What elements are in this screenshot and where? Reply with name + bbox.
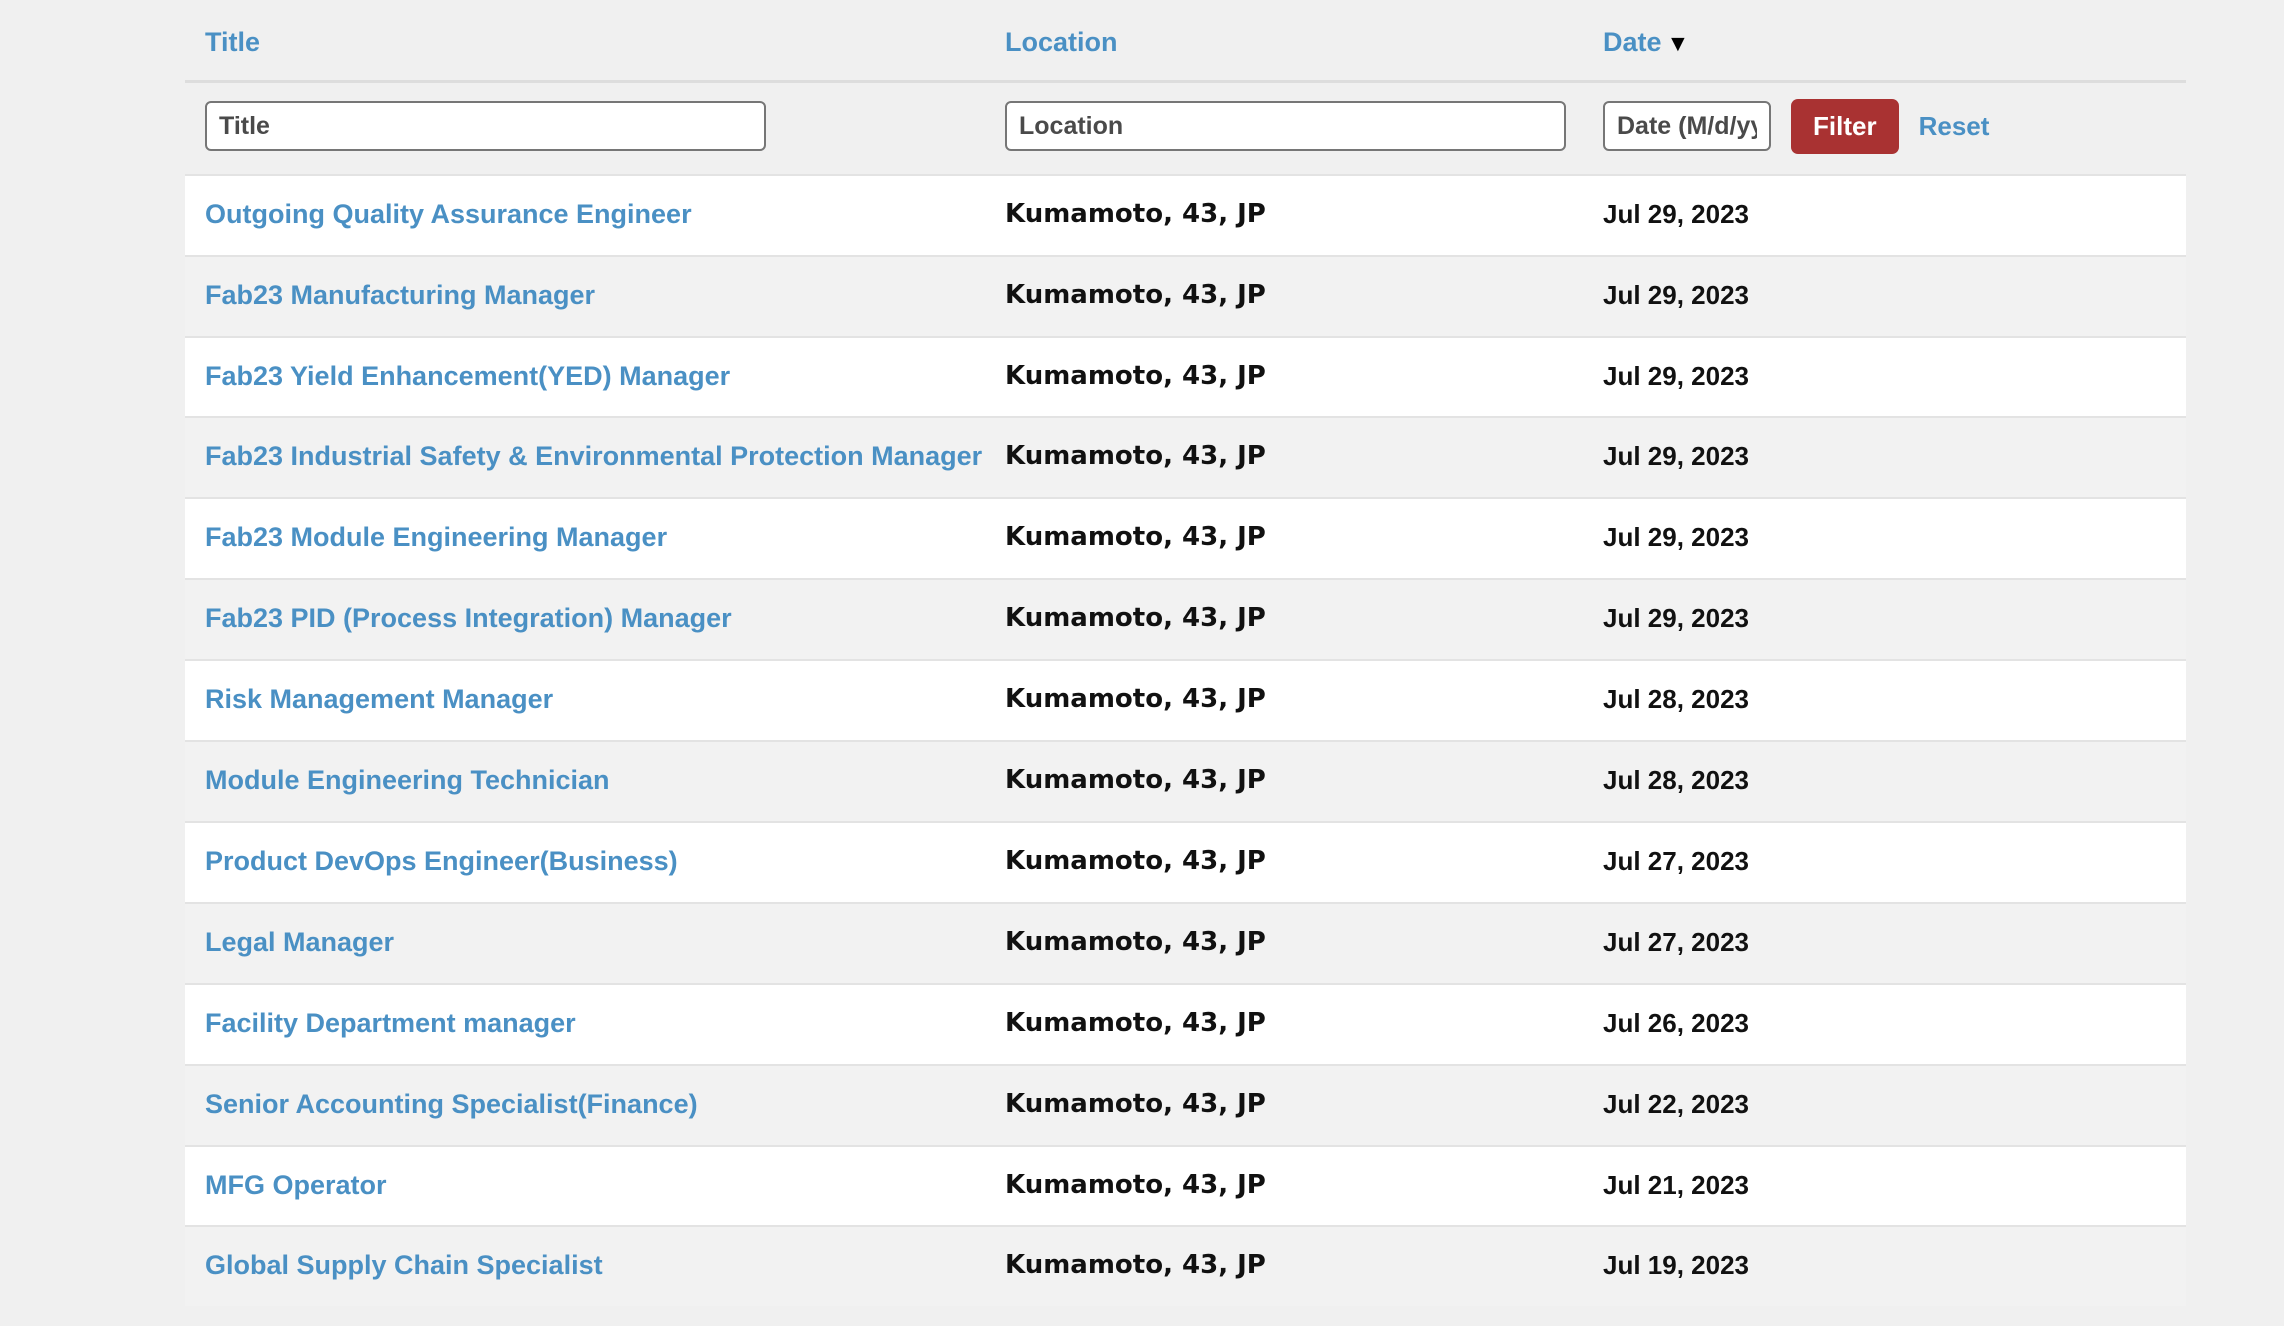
title-filter-input[interactable] — [205, 101, 766, 152]
cell-location: Kumamoto, 43, JP — [985, 659, 1583, 742]
cell-location: Kumamoto, 43, JP — [985, 1144, 1583, 1227]
cell-date: Jul 29, 2023 — [1583, 497, 2186, 580]
job-title-link[interactable]: Facility Department manager — [205, 1008, 576, 1038]
cell-date: Jul 29, 2023 — [1583, 254, 2186, 337]
table-row: Outgoing Quality Assurance Engineer Kumam… — [185, 173, 2186, 256]
job-listing-table: Title Location Date ▼ Title Location Dat… — [185, 0, 2186, 1307]
cell-title: Legal Manager — [185, 901, 985, 984]
filter-section: Filter Reset — [185, 82, 2186, 175]
job-title-link[interactable]: Legal Manager — [205, 927, 394, 957]
table-row: Fab23 Module Engineering Manager Kumamoto… — [185, 497, 2186, 580]
column-header-date: Date ▼ — [1583, 0, 2186, 80]
job-listing-table-container: Title Location Date ▼ Title Location Dat… — [185, 0, 2186, 1307]
job-title-link[interactable]: Risk Management Manager — [205, 684, 553, 714]
table-row: Risk Management Manager Kumamoto, 43, JP J… — [185, 659, 2186, 742]
job-listing-page: Title Location Date ▼ Title Location Dat… — [0, 0, 2284, 1326]
filter-button[interactable]: Filter — [1791, 98, 1899, 154]
job-title-link[interactable]: Fab23 Industrial Safety & Environmental … — [205, 441, 982, 471]
job-title-link[interactable]: Fab23 Yield Enhancement(YED) Manager — [205, 361, 730, 391]
table-row: Module Engineering Technician Kumamoto, 4… — [185, 740, 2186, 822]
cell-date: Jul 29, 2023 — [1583, 335, 2186, 418]
date-filter-input[interactable] — [1603, 101, 1771, 152]
sort-by-date-link[interactable]: Date — [1603, 27, 1662, 57]
cell-title: MFG Operator — [185, 1144, 985, 1227]
cell-date: Jul 28, 2023 — [1583, 659, 2186, 742]
cell-location: Kumamoto, 43, JP — [985, 497, 1583, 580]
reset-link[interactable]: Reset — [1919, 111, 1990, 142]
cell-date: Jul 19, 2023 — [1583, 1225, 2186, 1307]
sort-by-title-link[interactable]: Title — [205, 27, 260, 57]
cell-title: Global Supply Chain Specialist — [185, 1225, 985, 1307]
cell-title: Outgoing Quality Assurance Engineer — [185, 173, 985, 256]
cell-date: Jul 29, 2023 — [1583, 173, 2186, 256]
table-header: Title Location Date ▼ — [185, 0, 2186, 83]
cell-title: Fab23 Industrial Safety & Environmental … — [185, 416, 985, 499]
cell-title: Module Engineering Technician — [185, 740, 985, 822]
job-title-link[interactable]: MFG Operator — [205, 1170, 387, 1200]
table-row: Product DevOps Engineer(Business) Kumamot… — [185, 820, 2186, 903]
cell-location: Kumamoto, 43, JP — [985, 416, 1583, 499]
job-title-link[interactable]: Senior Accounting Specialist(Finance) — [205, 1089, 698, 1119]
cell-title: Facility Department manager — [185, 982, 985, 1065]
job-title-link[interactable]: Product DevOps Engineer(Business) — [205, 846, 678, 876]
job-title-link[interactable]: Fab23 Module Engineering Manager — [205, 522, 667, 552]
column-header-title: Title — [185, 0, 985, 80]
table-row: Fab23 Manufacturing Manager Kumamoto, 43,… — [185, 254, 2186, 337]
table-row: Legal Manager Kumamoto, 43, JP Jul 27, 202… — [185, 901, 2186, 984]
job-rows: Outgoing Quality Assurance Engineer Kumam… — [185, 173, 2186, 1307]
table-row: Global Supply Chain Specialist Kumamoto, … — [185, 1225, 2186, 1307]
cell-title: Senior Accounting Specialist(Finance) — [185, 1063, 985, 1146]
table-row: Fab23 Industrial Safety & Environmental … — [185, 416, 2186, 499]
cell-title: Fab23 Module Engineering Manager — [185, 497, 985, 580]
cell-date: Jul 27, 2023 — [1583, 901, 2186, 984]
cell-title: Fab23 Yield Enhancement(YED) Manager — [185, 335, 985, 418]
filter-cell-title — [185, 82, 985, 175]
cell-date: Jul 28, 2023 — [1583, 740, 2186, 822]
cell-date: Jul 29, 2023 — [1583, 416, 2186, 499]
cell-location: Kumamoto, 43, JP — [985, 1063, 1583, 1146]
cell-location: Kumamoto, 43, JP — [985, 578, 1583, 661]
location-filter-input[interactable] — [1005, 101, 1566, 152]
table-row: Senior Accounting Specialist(Finance) Kum… — [185, 1063, 2186, 1146]
job-title-link[interactable]: Global Supply Chain Specialist — [205, 1250, 603, 1280]
job-title-link[interactable]: Fab23 PID (Process Integration) Manager — [205, 603, 732, 633]
sort-descending-icon: ▼ — [1666, 30, 1690, 56]
table-row: Fab23 Yield Enhancement(YED) Manager Kuma… — [185, 335, 2186, 418]
table-row: MFG Operator Kumamoto, 43, JP Jul 21, 2023 — [185, 1144, 2186, 1227]
table-row: Facility Department manager Kumamoto, 43,… — [185, 982, 2186, 1065]
table-row: Fab23 PID (Process Integration) Manager K… — [185, 578, 2186, 661]
cell-date: Jul 26, 2023 — [1583, 982, 2186, 1065]
job-title-link[interactable]: Outgoing Quality Assurance Engineer — [205, 199, 692, 229]
cell-date: Jul 27, 2023 — [1583, 820, 2186, 903]
sort-by-location-link[interactable]: Location — [1005, 27, 1118, 57]
cell-location: Kumamoto, 43, JP — [985, 820, 1583, 903]
cell-location: Kumamoto, 43, JP — [985, 740, 1583, 822]
job-title-link[interactable]: Module Engineering Technician — [205, 765, 610, 795]
cell-date: Jul 21, 2023 — [1583, 1144, 2186, 1227]
cell-location: Kumamoto, 43, JP — [985, 335, 1583, 418]
cell-title: Product DevOps Engineer(Business) — [185, 820, 985, 903]
cell-date: Jul 22, 2023 — [1583, 1063, 2186, 1146]
cell-title: Risk Management Manager — [185, 659, 985, 742]
cell-date: Jul 29, 2023 — [1583, 578, 2186, 661]
cell-location: Kumamoto, 43, JP — [985, 254, 1583, 337]
cell-title: Fab23 PID (Process Integration) Manager — [185, 578, 985, 661]
cell-location: Kumamoto, 43, JP — [985, 901, 1583, 984]
filter-cell-date: Filter Reset — [1583, 82, 2186, 175]
column-header-row: Title Location Date ▼ — [185, 0, 2186, 80]
job-title-link[interactable]: Fab23 Manufacturing Manager — [205, 280, 595, 310]
cell-location: Kumamoto, 43, JP — [985, 173, 1583, 256]
cell-location: Kumamoto, 43, JP — [985, 982, 1583, 1065]
cell-location: Kumamoto, 43, JP — [985, 1225, 1583, 1307]
cell-title: Fab23 Manufacturing Manager — [185, 254, 985, 337]
filter-row: Filter Reset — [185, 82, 2186, 175]
column-header-location: Location — [985, 0, 1583, 80]
filter-cell-location — [985, 82, 1583, 175]
filter-actions: Filter Reset — [1603, 98, 2186, 154]
